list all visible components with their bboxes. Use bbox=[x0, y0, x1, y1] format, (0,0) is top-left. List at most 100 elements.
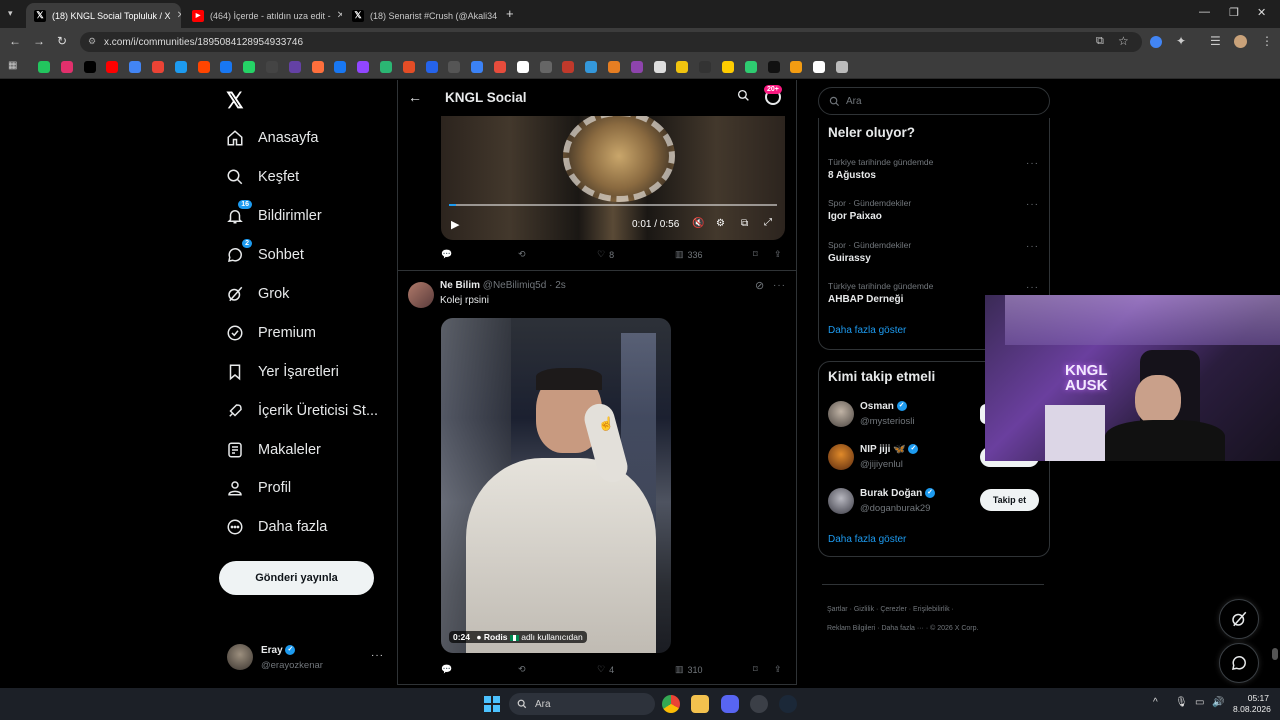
nav-premium[interactable]: Premium bbox=[226, 317, 316, 349]
x-logo-icon[interactable]: 𝕏 bbox=[226, 88, 244, 114]
trend-item[interactable]: Spor · Gündemdekiler Guirassy bbox=[828, 240, 911, 264]
post2-time[interactable]: 2s bbox=[555, 280, 566, 291]
bookmark-favicon-icon[interactable] bbox=[813, 61, 826, 73]
post2-bookmark[interactable]: ⌑ bbox=[753, 664, 758, 675]
back-arrow-icon[interactable]: ← bbox=[408, 89, 422, 105]
nav-creator-studio[interactable]: İçerik Üreticisi St... bbox=[226, 395, 378, 427]
messages-fab[interactable] bbox=[1219, 643, 1259, 683]
bookmark-favicon-icon[interactable] bbox=[494, 61, 506, 73]
footer-link[interactable]: Reklam Bilgileri bbox=[827, 625, 875, 632]
bookmark-favicon-icon[interactable] bbox=[83, 61, 96, 73]
extension-icon[interactable] bbox=[1150, 36, 1162, 48]
post-button[interactable]: Gönderi yayınla bbox=[219, 561, 374, 595]
trend-item[interactable]: Türkiye tarihinde gündemde AHBAP Derneği bbox=[828, 281, 933, 305]
post1-share[interactable]: ⇪ bbox=[774, 249, 782, 260]
grok-explain-icon[interactable]: ⊘ bbox=[755, 279, 764, 292]
bookmark-star-icon[interactable]: ☆ bbox=[1118, 34, 1129, 48]
bookmark-favicon-icon[interactable] bbox=[152, 61, 164, 73]
suggest-name[interactable]: NIP jiji 🦋 ✓ bbox=[860, 444, 919, 455]
nav-explore[interactable]: Keşfet bbox=[226, 161, 299, 193]
chrome-taskbar-icon[interactable] bbox=[662, 695, 680, 713]
nav-articles[interactable]: Makaleler bbox=[226, 434, 321, 466]
pip-icon[interactable]: ⧉ bbox=[741, 218, 748, 229]
file-explorer-icon[interactable] bbox=[691, 695, 709, 713]
bookmark-favicon-icon[interactable] bbox=[516, 61, 529, 73]
bookmark-favicon-icon[interactable] bbox=[357, 61, 370, 73]
bookmark-favicon-icon[interactable] bbox=[653, 61, 666, 73]
footer-link[interactable]: Gizlilik bbox=[854, 606, 874, 613]
who-show-more[interactable]: Daha fazla göster bbox=[828, 534, 906, 545]
tab-senarist[interactable]: 𝕏 (18) Senarist #Crush (@Akali34 ✕ bbox=[344, 3, 502, 28]
bookmark-favicon-icon[interactable] bbox=[266, 61, 278, 73]
bookmark-favicon-icon[interactable] bbox=[471, 61, 484, 73]
tray-chevron-icon[interactable]: ^ bbox=[1153, 697, 1158, 708]
nav-profile[interactable]: Profil bbox=[226, 472, 291, 504]
post2-share[interactable]: ⇪ bbox=[774, 664, 782, 675]
bookmark-favicon-icon[interactable] bbox=[60, 61, 73, 73]
post2-reply[interactable]: 💬 bbox=[441, 664, 452, 675]
close-icon[interactable]: ✕ bbox=[177, 10, 181, 21]
bookmark-favicon-icon[interactable] bbox=[562, 61, 575, 73]
post1-views[interactable]: ▥ 336 bbox=[675, 249, 703, 260]
post2-avatar[interactable] bbox=[408, 282, 434, 308]
steam-icon[interactable] bbox=[779, 695, 797, 713]
minimize-icon[interactable]: — bbox=[1199, 6, 1210, 18]
bookmark-favicon-icon[interactable] bbox=[836, 61, 848, 73]
trend-more-icon[interactable]: ··· bbox=[1026, 158, 1039, 169]
bookmark-favicon-icon[interactable] bbox=[311, 61, 324, 73]
post2-like[interactable]: ♡ 4 bbox=[597, 664, 614, 675]
trend-item[interactable]: Spor · Gündemdekiler Igor Paixao bbox=[828, 198, 911, 222]
post2-views[interactable]: ▥ 310 bbox=[675, 664, 703, 675]
account-name[interactable]: Eray ✓ bbox=[261, 645, 296, 656]
app-icon[interactable] bbox=[750, 695, 768, 713]
settings-gear-icon[interactable]: ⚙ bbox=[716, 218, 725, 229]
suggest-name[interactable]: Burak Doğan ✓ bbox=[860, 488, 936, 499]
post2-handle[interactable]: @NeBilimiq5d bbox=[483, 280, 547, 291]
post1-reply[interactable]: 💬 bbox=[441, 249, 452, 260]
nav-chat[interactable]: 2 Sohbet bbox=[226, 239, 304, 271]
taskbar-search[interactable]: Ara bbox=[509, 693, 655, 715]
footer-link[interactable]: Erişilebilirlik bbox=[913, 606, 950, 613]
bookmark-favicon-icon[interactable] bbox=[448, 61, 461, 73]
network-icon[interactable]: ▭ bbox=[1195, 697, 1204, 708]
forward-icon[interactable]: → bbox=[33, 34, 45, 48]
tab-kngl-social[interactable]: 𝕏 (18) KNGL Social Topluluk / X ✕ bbox=[26, 3, 181, 28]
bookmark-favicon-icon[interactable] bbox=[699, 61, 712, 73]
nav-notifications[interactable]: 16 Bildirimler bbox=[226, 200, 322, 232]
tab-list-icon[interactable]: ▾ bbox=[8, 8, 13, 19]
extensions-puzzle-icon[interactable]: ✦ bbox=[1176, 34, 1186, 48]
footer-link[interactable]: Daha fazla ··· bbox=[881, 625, 923, 632]
chrome-menu-icon[interactable]: ⋮ bbox=[1261, 34, 1273, 48]
back-icon[interactable]: ← bbox=[9, 34, 21, 48]
trend-more-icon[interactable]: ··· bbox=[1026, 199, 1039, 210]
footer-link[interactable]: Çerezler bbox=[880, 606, 906, 613]
post1-repost[interactable]: ⟲ bbox=[518, 249, 526, 260]
suggest-avatar[interactable] bbox=[828, 444, 854, 470]
sidebar-search[interactable]: Ara bbox=[818, 87, 1050, 115]
bookmark-favicon-icon[interactable] bbox=[334, 61, 347, 73]
post2-repost[interactable]: ⟲ bbox=[518, 664, 526, 675]
nav-grok[interactable]: Grok bbox=[226, 278, 289, 310]
windows-start-icon[interactable] bbox=[484, 696, 500, 712]
bookmark-favicon-icon[interactable] bbox=[380, 61, 392, 73]
bookmark-favicon-icon[interactable] bbox=[585, 61, 598, 73]
bookmark-favicon-icon[interactable] bbox=[243, 61, 256, 73]
trends-show-more[interactable]: Daha fazla göster bbox=[828, 325, 906, 336]
trend-more-icon[interactable]: ··· bbox=[1026, 241, 1039, 252]
site-info-icon[interactable]: ⚙ bbox=[88, 36, 96, 47]
microphone-icon[interactable]: 🎙 bbox=[1175, 697, 1188, 708]
close-icon[interactable]: ✕ bbox=[337, 10, 342, 21]
post2-author[interactable]: Ne Bilim bbox=[440, 280, 480, 291]
post1-video[interactable]: ▶ 0:01 / 0:56 🔇 ⚙ ⧉ ⤢ bbox=[441, 116, 785, 240]
window-close-icon[interactable]: ✕ bbox=[1257, 6, 1266, 19]
bookmark-favicon-icon[interactable] bbox=[288, 61, 301, 73]
account-menu-icon[interactable]: ··· bbox=[371, 650, 384, 661]
video-credit-overlay[interactable]: 0:24 ● Rodis adlı kullanıcıdan bbox=[449, 631, 587, 643]
trend-more-icon[interactable]: ··· bbox=[1026, 282, 1039, 293]
bookmark-favicon-icon[interactable] bbox=[790, 61, 803, 73]
bookmark-favicon-icon[interactable] bbox=[539, 61, 552, 73]
taskbar-clock[interactable]: 05:17 8.08.2026 bbox=[1233, 693, 1271, 715]
post1-bookmark[interactable]: ⌑ bbox=[753, 249, 758, 260]
tab-youtube[interactable]: ▶ (464) İçerde - atıldın uza edit - ✕ bbox=[184, 3, 342, 28]
volume-icon[interactable]: 🔊 bbox=[1212, 697, 1224, 708]
